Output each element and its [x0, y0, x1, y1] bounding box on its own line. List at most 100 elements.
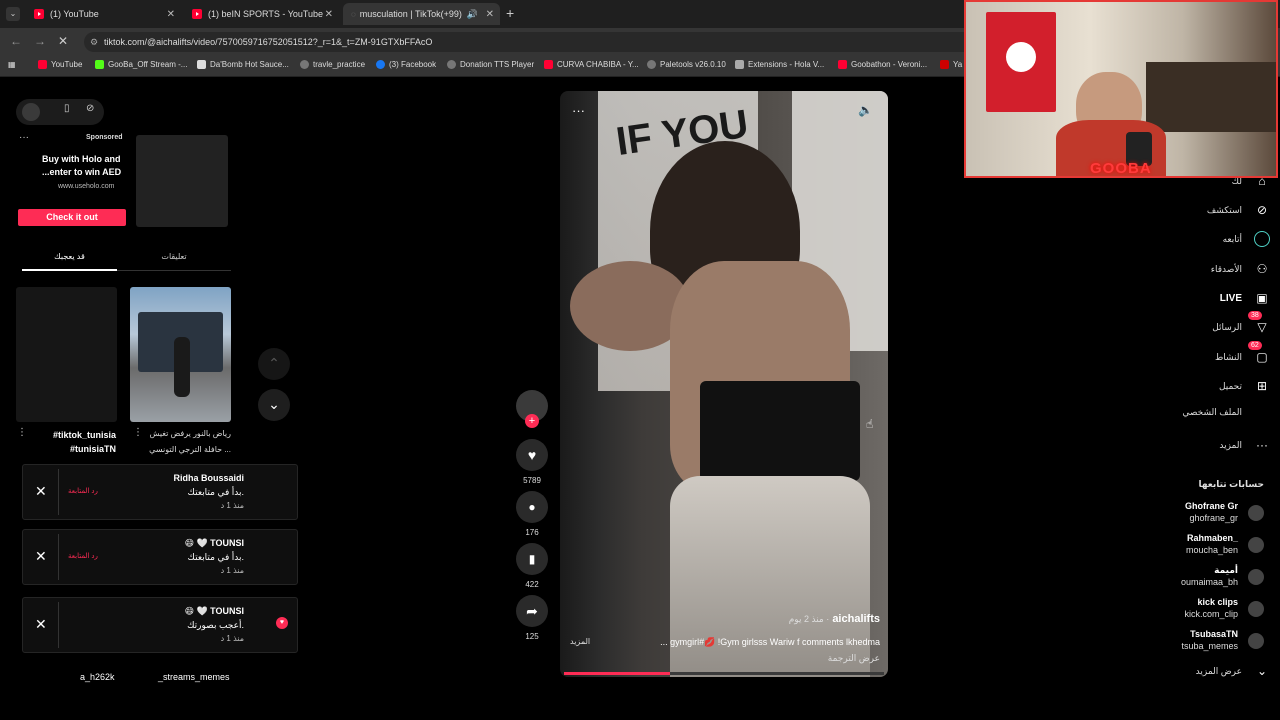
account-name: Ghofrane Gr [1184, 501, 1238, 511]
check-it-out-button[interactable]: Check it out [18, 209, 126, 226]
close-icon[interactable]: ✕ [35, 483, 47, 500]
bookmark-item[interactable]: CURVA CHABIBA - Y... [544, 60, 639, 69]
youtube-icon [940, 60, 949, 69]
speaker-icon[interactable]: 🔊 [467, 9, 478, 20]
notification-toast[interactable]: ✕ رد المتابعة 😄 🤍 TOUNSI بدأ في متابعتك.… [22, 529, 298, 585]
followed-account[interactable]: أميمة oumaimaa_bh [1144, 563, 1264, 591]
chevron-down-icon: ⌄ [1256, 664, 1268, 678]
close-icon[interactable]: ✕ [167, 9, 175, 20]
bookmark-item[interactable]: Da'Bomb Hot Sauce... [197, 60, 289, 69]
sidebar-item-label: تحميل [1218, 380, 1242, 391]
followed-account[interactable]: kick clips kick.com_clip [1144, 595, 1264, 623]
followed-account[interactable]: TsubasaTN tsuba_memes [1144, 627, 1264, 655]
more-icon[interactable]: ··· [19, 132, 29, 143]
username[interactable]: a_h262k [80, 672, 115, 682]
sidebar-item-following[interactable]: أتابعه [1223, 231, 1270, 247]
comment-icon: ● [528, 500, 536, 514]
browser-tab[interactable]: (1) YouTube ✕ [26, 3, 181, 25]
sidebar-item-activity[interactable]: النشاط ▢ 62 [1215, 341, 1270, 365]
sidebar-item-label: أتابعه [1222, 233, 1242, 244]
account-name: أميمة [1214, 565, 1238, 575]
username[interactable]: _streams_memes [158, 672, 230, 682]
followed-account[interactable]: Rahmaben_ moucha_ben [1144, 531, 1264, 559]
like-button[interactable]: ♥ [516, 439, 548, 471]
youtube-icon [34, 9, 44, 19]
browser-tab-active[interactable]: ◌ musculation | TikTok(+99) 🔊 ✕ [343, 3, 500, 25]
bookmark-item[interactable]: Paletools v26.0.10 [647, 60, 726, 69]
bookmark-label: travle_practice [313, 60, 366, 69]
video-player[interactable]: IF YOU ··· 🔈 منذ 2 يوم · aichalifts المز… [560, 91, 888, 677]
comment-button[interactable]: ● [516, 491, 548, 523]
close-icon[interactable]: ✕ [325, 9, 333, 20]
more-icon[interactable]: ··· [572, 103, 585, 118]
tab-comments[interactable]: تعليقات [117, 247, 231, 271]
bookmark-item[interactable]: (3) Facebook [376, 60, 436, 69]
video-thumbnail[interactable] [130, 287, 231, 422]
bookmark-label: Paletools v26.0.10 [660, 60, 726, 69]
follow-back-button[interactable]: رد المتابعة [68, 552, 98, 560]
account-handle: ghofrane_gr [1189, 513, 1238, 523]
video-progress-bar[interactable] [564, 672, 884, 675]
volume-icon[interactable]: 🔈 [858, 103, 873, 117]
share-count: 125 [525, 632, 539, 641]
account-name: TsubasaTN [1190, 629, 1238, 639]
notification-message: بدأ في متابعتك. [187, 487, 244, 497]
sidebar-item-more[interactable]: المزيد ··· [1219, 437, 1270, 453]
bookmark-item[interactable]: YouTube [38, 60, 82, 69]
previous-video-button[interactable]: ⌃ [258, 348, 290, 380]
sidebar-item-label: الملف الشخصي [1182, 407, 1242, 417]
video-author[interactable]: aichalifts [832, 613, 880, 625]
close-icon[interactable]: ✕ [35, 616, 47, 633]
share-button[interactable]: ➦ [516, 595, 548, 627]
bookmark-item[interactable]: GooBa_Off Stream -... [95, 60, 187, 69]
followed-account[interactable]: Ghofrane Gr ghofrane_gr [1144, 499, 1264, 527]
sidebar-item-profile[interactable]: الملف الشخصي [1182, 407, 1242, 418]
more-vertical-icon[interactable]: ⋮ [17, 427, 27, 438]
bookmark-label: GooBa_Off Stream -... [108, 60, 188, 69]
video-progress-fill [564, 672, 670, 675]
bookmark-item[interactable]: Ya [940, 60, 962, 69]
see-more-link[interactable]: المزيد [570, 637, 590, 646]
close-icon[interactable]: ✕ [486, 9, 494, 20]
show-more-button[interactable]: عرض المزيد ⌄ [1196, 663, 1270, 679]
sidebar-item-explore[interactable]: استكشف ⊘ [1207, 202, 1270, 218]
youtube-icon [838, 60, 847, 69]
bookmark-item[interactable]: Goobathon - Veroni... [838, 60, 927, 69]
tab-search-icon[interactable]: ⌄ [6, 7, 20, 21]
tab-you-may-like[interactable]: قد يعجبك [22, 247, 117, 271]
save-count: 422 [525, 580, 539, 589]
bookmark-item[interactable]: Extensions - Hola V... [735, 60, 824, 69]
follow-back-button[interactable]: رد المتابعة [68, 487, 98, 495]
activity-badge: 62 [1248, 341, 1262, 350]
bookmark-item[interactable]: Donation TTS Player [447, 60, 534, 69]
notification-toast[interactable]: ✕ رد المتابعة Ridha Boussaidi بدأ في متا… [22, 464, 298, 520]
forward-icon[interactable]: → [34, 34, 46, 48]
browser-tab[interactable]: (1) beIN SPORTS - YouTube ✕ [184, 3, 339, 25]
notification-toast[interactable]: ✕ 😄 🤍 TOUNSI أعجب بصورتك. منذ 1 د ♥ [22, 597, 298, 653]
avatar[interactable] [22, 103, 40, 121]
ad-image[interactable] [136, 135, 228, 227]
site-info-icon[interactable]: ⚙ [90, 32, 98, 52]
save-button[interactable]: ▮ [516, 543, 548, 575]
sidebar-item-messages[interactable]: الرسائل ▽ 38 [1212, 311, 1270, 335]
close-icon[interactable]: ✕ [35, 548, 47, 565]
video-author-line: منذ 2 يوم · aichalifts [789, 613, 880, 625]
bookmark-item[interactable]: travle_practice [300, 60, 365, 69]
loading-icon: ◌ [351, 9, 356, 19]
new-tab-button[interactable]: + [506, 5, 514, 21]
notification-message: أعجب بصورتك. [187, 620, 244, 630]
sidebar-item-live[interactable]: LIVE ▣ [1220, 290, 1270, 306]
sidebar-item-friends[interactable]: الأصدقاء ⚇ [1211, 261, 1270, 277]
phone-icon[interactable]: ▯ [64, 103, 70, 114]
video-thumbnail[interactable] [16, 287, 117, 422]
sidebar-item-upload[interactable]: تحميل ⊞ [1219, 378, 1270, 394]
thumbnail-caption: #tiktok_tunisia #tunisiaTN [52, 430, 116, 454]
stop-icon[interactable]: ✕ [58, 34, 68, 48]
compass-icon[interactable]: ⊘ [86, 103, 94, 114]
back-icon[interactable]: ← [10, 34, 22, 48]
follow-plus-icon[interactable]: + [525, 414, 539, 428]
translate-link[interactable]: عرض الترجمة [828, 653, 880, 664]
apps-icon[interactable]: ▦ [8, 60, 16, 69]
next-video-button[interactable]: ⌄ [258, 389, 290, 421]
url-field[interactable]: ⚙ tiktok.com/@aichalifts/video/757005971… [84, 32, 984, 52]
